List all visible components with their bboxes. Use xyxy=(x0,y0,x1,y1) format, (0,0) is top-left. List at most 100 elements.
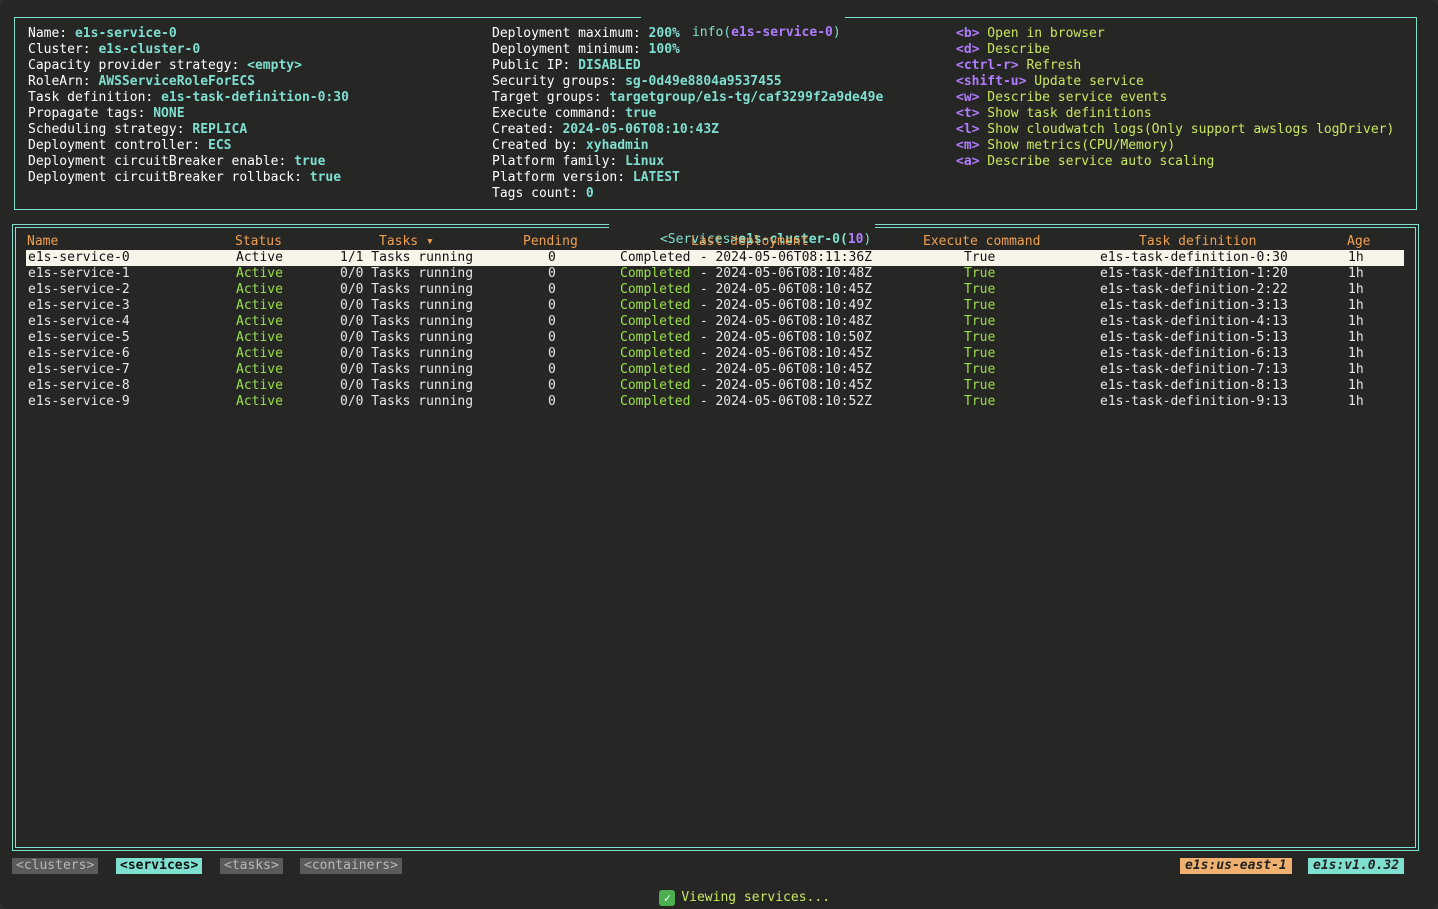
column-header-name[interactable]: Name xyxy=(27,234,58,250)
deployment-field-row: Created by: xyhadmin xyxy=(492,138,649,154)
hotkey-description: Update service xyxy=(1026,74,1144,89)
info-field-value: true xyxy=(309,170,342,185)
service-task-definition: e1s-task-definition-2:22 xyxy=(1100,282,1288,297)
service-task-definition: e1s-task-definition-9:13 xyxy=(1100,394,1288,409)
info-field-key: Deployment controller: xyxy=(28,138,209,153)
service-status: Active xyxy=(236,330,283,345)
hotkey-key: <ctrl-r> xyxy=(956,58,1019,73)
table-row-selected[interactable]: e1s-service-0 Active 1/1 Tasks running 0 Com… xyxy=(26,250,1404,266)
service-tasks: 0/0 Tasks running xyxy=(340,298,474,313)
deployment-field-key: Deployment minimum: xyxy=(492,42,649,57)
column-header-status[interactable]: Status xyxy=(235,234,282,250)
info-field-value: <empty> xyxy=(247,58,302,73)
hotkey-description: Describe xyxy=(979,42,1050,57)
service-status: Active xyxy=(236,250,283,265)
table-row[interactable]: e1s-service-4 Active 0/0 Tasks running 0 Com… xyxy=(26,314,1404,330)
column-header-execute-command[interactable]: Execute command xyxy=(923,234,1040,250)
service-tasks: 0/0 Tasks running xyxy=(340,362,474,377)
service-tasks: 0/0 Tasks running xyxy=(340,314,474,329)
execute-command-value: True xyxy=(964,394,996,409)
service-name: e1s-service-9 xyxy=(28,394,130,409)
table-row[interactable]: e1s-service-8 Active 0/0 Tasks running 0 Com… xyxy=(26,378,1404,394)
info-field-row: Propagate tags: NONE xyxy=(28,106,185,122)
deployment-field-value: targetgroup/e1s-tg/caf3299f2a9de49e xyxy=(609,90,884,105)
hotkey-item[interactable]: <a> Describe service auto scaling xyxy=(956,154,1214,170)
info-field-key: Capacity provider strategy: xyxy=(28,58,248,73)
service-tasks: 0/0 Tasks running xyxy=(340,346,474,361)
deployment-field-key: Created by: xyxy=(492,138,586,153)
deployment-field-key: Deployment maximum: xyxy=(492,26,649,41)
hotkey-description: Show cloudwatch logs(Only support awslog… xyxy=(979,122,1395,137)
info-field-row: Capacity provider strategy: <empty> xyxy=(28,58,302,74)
deployment-status: Completed xyxy=(620,378,691,393)
deployment-field-row: Tags count: 0 xyxy=(492,186,594,202)
deployment-status: Completed xyxy=(620,266,691,281)
service-tasks: 0/0 Tasks running xyxy=(340,394,474,409)
service-name: e1s-service-0 xyxy=(28,250,130,265)
service-name: e1s-service-2 xyxy=(28,282,130,297)
hotkey-item[interactable]: <w> Describe service events xyxy=(956,90,1167,106)
deployment-status: Completed xyxy=(620,362,691,377)
deployment-time: - 2024-05-06T08:10:45Z xyxy=(692,378,873,393)
info-field-value: true xyxy=(294,154,326,169)
hotkey-item[interactable]: <m> Show metrics(CPU/Memory) xyxy=(956,138,1175,154)
column-header-age[interactable]: Age xyxy=(1347,234,1370,250)
execute-command-value: True xyxy=(964,362,996,377)
table-row[interactable]: e1s-service-5 Active 0/0 Tasks running 0 Com… xyxy=(26,330,1404,346)
hotkey-description: Show metrics(CPU/Memory) xyxy=(979,138,1176,153)
execute-command-value: True xyxy=(964,282,996,297)
deployment-field-value: Linux xyxy=(625,154,665,169)
deployment-field-row: Public IP: DISABLED xyxy=(492,58,641,74)
tab-tasks[interactable]: <tasks> xyxy=(220,858,283,874)
deployment-status: Completed xyxy=(620,298,691,313)
service-pending: 0 xyxy=(548,298,556,313)
execute-command-value: True xyxy=(964,378,996,393)
table-row[interactable]: e1s-service-1 Active 0/0 Tasks running 0 Com… xyxy=(26,266,1404,282)
table-row[interactable]: e1s-service-9 Active 0/0 Tasks running 0 Com… xyxy=(26,394,1404,410)
table-row[interactable]: e1s-service-3 Active 0/0 Tasks running 0 Com… xyxy=(26,298,1404,314)
table-row[interactable]: e1s-service-7 Active 0/0 Tasks running 0 Com… xyxy=(26,362,1404,378)
execute-command-value: True xyxy=(964,314,996,329)
info-field-value: REPLICA xyxy=(192,122,248,137)
service-age: 1h xyxy=(1348,266,1364,281)
service-status: Active xyxy=(236,282,283,297)
tab-containers[interactable]: <containers> xyxy=(300,858,402,874)
service-pending: 0 xyxy=(548,250,556,265)
hotkey-item[interactable]: <d> Describe xyxy=(956,42,1050,58)
table-row[interactable]: e1s-service-6 Active 0/0 Tasks running 0 Com… xyxy=(26,346,1404,362)
terminal-window: info(e1s-service-0) Name: e1s-service-0 C… xyxy=(0,0,1438,909)
hotkey-item[interactable]: <shift-u> Update service xyxy=(956,74,1144,90)
service-age: 1h xyxy=(1348,330,1364,345)
deployment-status: Completed xyxy=(620,394,691,409)
deployment-field-value: 0 xyxy=(585,186,594,201)
hotkey-key: <shift-u> xyxy=(956,74,1027,89)
column-header-pending[interactable]: Pending xyxy=(523,234,578,250)
deployment-time: - 2024-05-06T08:10:48Z xyxy=(692,266,873,281)
column-header-tasks[interactable]: Tasks ▾ xyxy=(379,234,434,250)
deployment-time: - 2024-05-06T08:10:49Z xyxy=(692,298,873,313)
column-header-last-deployment[interactable]: Last deployment xyxy=(691,234,808,250)
service-age: 1h xyxy=(1348,250,1364,265)
hotkey-item[interactable]: <l> Show cloudwatch logs(Only support aw… xyxy=(956,122,1394,138)
info-field-value: ECS xyxy=(208,138,232,153)
service-task-definition: e1s-task-definition-1:20 xyxy=(1100,266,1288,281)
tab-clusters[interactable]: <clusters> xyxy=(12,858,99,874)
tab-services[interactable]: <services> xyxy=(116,858,203,874)
hotkey-description: Refresh xyxy=(1018,58,1082,73)
hotkey-item[interactable]: <b> Open in browser xyxy=(956,26,1105,42)
table-row[interactable]: e1s-service-2 Active 0/0 Tasks running 0 Com… xyxy=(26,282,1404,298)
deployment-time: - 2024-05-06T08:11:36Z xyxy=(692,250,873,265)
deployment-status: Completed xyxy=(620,282,691,297)
hotkey-item[interactable]: <ctrl-r> Refresh xyxy=(956,58,1081,74)
service-task-definition: e1s-task-definition-7:13 xyxy=(1100,362,1288,377)
service-name: e1s-service-7 xyxy=(28,362,130,377)
deployment-time: - 2024-05-06T08:10:52Z xyxy=(692,394,873,409)
info-field-row: Scheduling strategy: REPLICA xyxy=(28,122,247,138)
service-age: 1h xyxy=(1348,362,1364,377)
hotkey-item[interactable]: <t> Show task definitions xyxy=(956,106,1152,122)
deployment-time: - 2024-05-06T08:10:48Z xyxy=(692,314,873,329)
deployment-field-row: Deployment minimum: 100% xyxy=(492,42,680,58)
column-header-task-definition[interactable]: Task definition xyxy=(1139,234,1256,250)
service-task-definition: e1s-task-definition-0:30 xyxy=(1100,250,1288,265)
service-task-definition: e1s-task-definition-3:13 xyxy=(1100,298,1288,313)
